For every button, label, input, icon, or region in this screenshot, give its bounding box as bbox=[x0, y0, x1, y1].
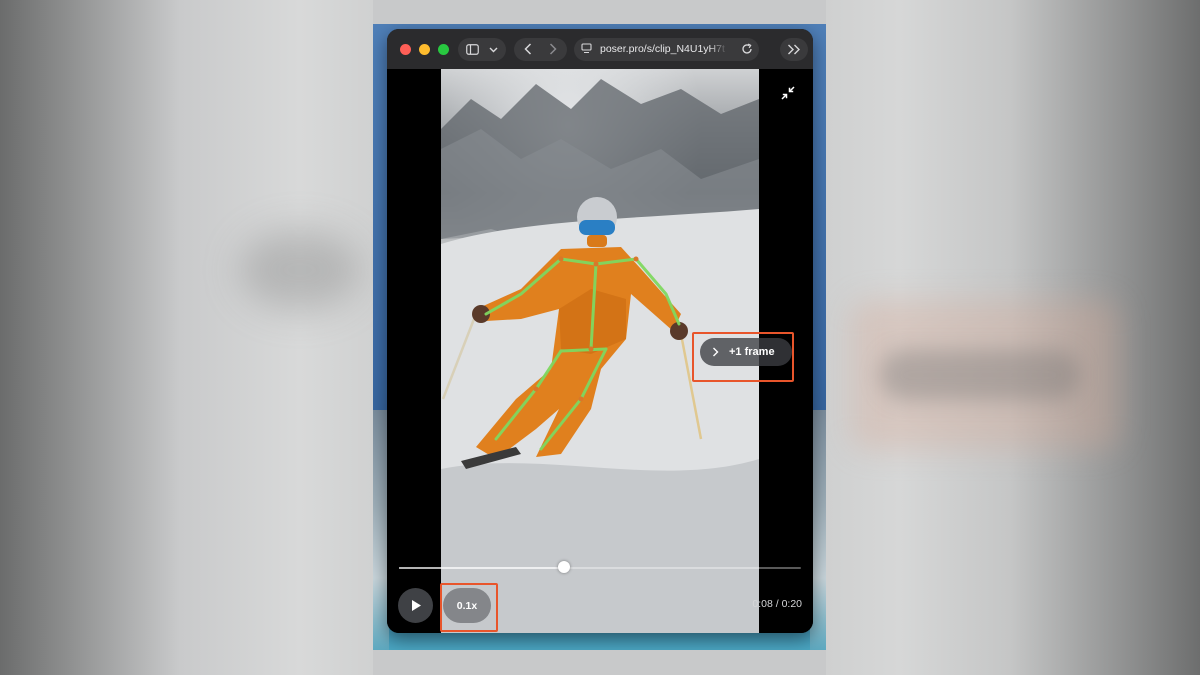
zoom-window-button[interactable] bbox=[438, 44, 449, 55]
time-display: 0:08 / 0:20 bbox=[752, 598, 802, 610]
reload-icon[interactable] bbox=[741, 43, 753, 55]
url-text: poser.pro/s/clip_N4U1yH7t bbox=[600, 43, 725, 55]
video-player[interactable]: +1 frame 0.1x 0:08 / 0:20 bbox=[387, 69, 813, 633]
back-arrow-icon[interactable] bbox=[524, 43, 532, 55]
address-bar[interactable]: poser.pro/s/clip_N4U1yH7t bbox=[574, 38, 759, 61]
sidebar-toggle-button[interactable] bbox=[458, 38, 506, 61]
close-window-button[interactable] bbox=[400, 44, 411, 55]
double-chevron-right-icon bbox=[787, 44, 801, 55]
more-toolbar-items-button[interactable] bbox=[780, 38, 808, 61]
scrubber-handle[interactable] bbox=[557, 561, 570, 573]
play-button[interactable] bbox=[398, 588, 433, 623]
playback-scrubber[interactable] bbox=[399, 567, 801, 569]
current-time: 0:08 bbox=[752, 598, 773, 610]
chevron-down-icon bbox=[489, 47, 498, 53]
browser-toolbar: poser.pro/s/clip_N4U1yH7t bbox=[387, 29, 813, 69]
annotation-highlight-box bbox=[692, 332, 794, 382]
screenshot-frame: poser.pro/s/clip_N4U1yH7t +1 frame 0.1x … bbox=[373, 24, 826, 650]
browser-window: poser.pro/s/clip_N4U1yH7t +1 frame 0.1x … bbox=[387, 29, 813, 633]
background-blur-shape bbox=[880, 350, 1080, 400]
time-separator: / bbox=[775, 598, 779, 610]
sidebar-icon bbox=[466, 44, 479, 55]
minimize-window-button[interactable] bbox=[419, 44, 430, 55]
scrubber-progress bbox=[399, 567, 564, 569]
duration: 0:20 bbox=[781, 598, 802, 610]
site-settings-icon[interactable] bbox=[581, 43, 592, 55]
background-blur-shape bbox=[240, 230, 360, 310]
exit-fullscreen-icon[interactable] bbox=[781, 86, 795, 100]
play-icon bbox=[411, 599, 422, 612]
annotation-highlight-box bbox=[440, 583, 498, 632]
history-navigation bbox=[514, 38, 567, 61]
forward-arrow-icon[interactable] bbox=[549, 43, 557, 55]
